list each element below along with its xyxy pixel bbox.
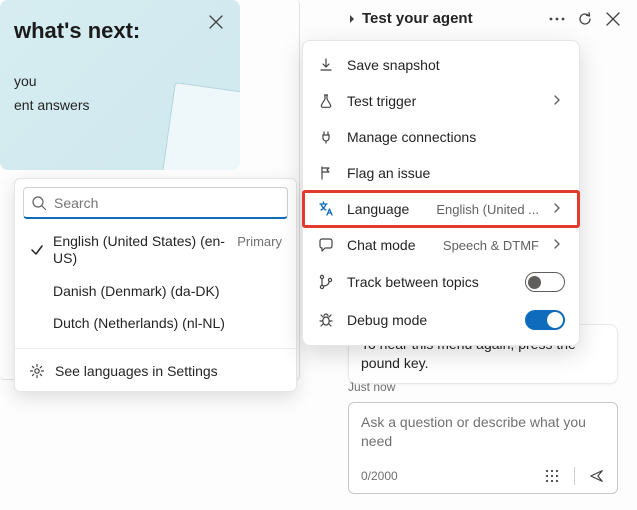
divider xyxy=(574,467,575,485)
menu-label: Chat mode xyxy=(347,237,431,253)
send-icon[interactable] xyxy=(589,468,605,484)
divider xyxy=(15,348,296,349)
debug-toggle[interactable] xyxy=(525,310,565,330)
hero-title: what's next: xyxy=(14,18,226,44)
compose-box[interactable]: Ask a question or describe what you need… xyxy=(348,402,618,494)
search-input[interactable] xyxy=(23,187,288,219)
menu-manage-connections[interactable]: Manage connections xyxy=(303,119,579,155)
branch-icon xyxy=(317,273,335,291)
menu-label: Debug mode xyxy=(347,312,513,328)
menu-track-between-topics[interactable]: Track between topics xyxy=(303,263,579,301)
chevron-right-icon xyxy=(551,238,565,252)
menu-value: Speech & DTMF xyxy=(443,238,539,253)
menu-flag-issue[interactable]: Flag an issue xyxy=(303,155,579,191)
check-placeholder xyxy=(29,283,45,299)
language-label: Danish (Denmark) (da-DK) xyxy=(53,283,219,300)
primary-badge: Primary xyxy=(237,234,282,250)
download-icon xyxy=(317,56,335,74)
left-card: what's next: you ent answers English (Un… xyxy=(0,0,300,380)
chevron-right-icon xyxy=(551,202,565,216)
language-label: English (United States) (en-US) xyxy=(53,233,229,267)
see-languages-in-settings[interactable]: See languages in Settings xyxy=(15,351,296,391)
close-icon[interactable] xyxy=(204,10,228,34)
more-icon[interactable] xyxy=(549,11,565,27)
panel-header: Test your agent xyxy=(338,0,635,37)
track-toggle[interactable] xyxy=(525,272,565,292)
hero-lines: you ent answers xyxy=(14,70,226,118)
menu-label: Language xyxy=(347,201,424,217)
compose-placeholder: Ask a question or describe what you need xyxy=(361,414,586,449)
language-option-da-dk[interactable]: Danish (Denmark) (da-DK) xyxy=(15,275,296,308)
flag-icon xyxy=(317,164,335,182)
search-icon xyxy=(31,195,47,211)
language-icon xyxy=(317,200,335,218)
see-settings-label: See languages in Settings xyxy=(55,363,218,379)
message-timestamp: Just now xyxy=(348,380,395,394)
search-wrap xyxy=(23,187,288,219)
check-icon xyxy=(29,242,45,258)
menu-test-trigger[interactable]: Test trigger xyxy=(303,83,579,119)
menu-value: English (United ... xyxy=(436,202,539,217)
menu-label: Flag an issue xyxy=(347,165,565,181)
hero-line-2: ent answers xyxy=(14,94,226,118)
language-option-en-us[interactable]: English (United States) (en-US) Primary xyxy=(15,225,296,275)
close-icon[interactable] xyxy=(605,11,621,27)
panel-title: Test your agent xyxy=(362,10,473,27)
chevron-right-icon xyxy=(551,94,565,108)
language-picker-popup: English (United States) (en-US) Primary … xyxy=(14,178,297,392)
menu-save-snapshot[interactable]: Save snapshot xyxy=(303,47,579,83)
language-label: Dutch (Netherlands) (nl-NL) xyxy=(53,315,225,332)
caret-right-icon[interactable] xyxy=(348,15,356,23)
bug-icon xyxy=(317,311,335,329)
test-agent-panel: Test your agent Save snapshot Test t xyxy=(338,0,635,510)
hero-line-1: you xyxy=(14,70,226,94)
plug-icon xyxy=(317,128,335,146)
gear-icon xyxy=(29,363,45,379)
menu-language[interactable]: Language English (United ... xyxy=(303,191,579,227)
chat-icon xyxy=(317,236,335,254)
char-counter: 0/2000 xyxy=(361,468,398,484)
language-list: English (United States) (en-US) Primary … xyxy=(15,219,296,346)
keypad-icon[interactable] xyxy=(544,468,560,484)
menu-label: Manage connections xyxy=(347,129,565,145)
menu-debug-mode[interactable]: Debug mode xyxy=(303,301,579,339)
check-placeholder xyxy=(29,316,45,332)
menu-chat-mode[interactable]: Chat mode Speech & DTMF xyxy=(303,227,579,263)
menu-label: Track between topics xyxy=(347,274,513,290)
language-option-nl-nl[interactable]: Dutch (Netherlands) (nl-NL) xyxy=(15,307,296,340)
whats-next-hero: what's next: you ent answers xyxy=(0,0,240,170)
panel-menu: Save snapshot Test trigger Manage connec… xyxy=(302,40,580,346)
menu-label: Test trigger xyxy=(347,93,539,109)
menu-label: Save snapshot xyxy=(347,57,565,73)
refresh-icon[interactable] xyxy=(577,11,593,27)
flask-icon xyxy=(317,92,335,110)
